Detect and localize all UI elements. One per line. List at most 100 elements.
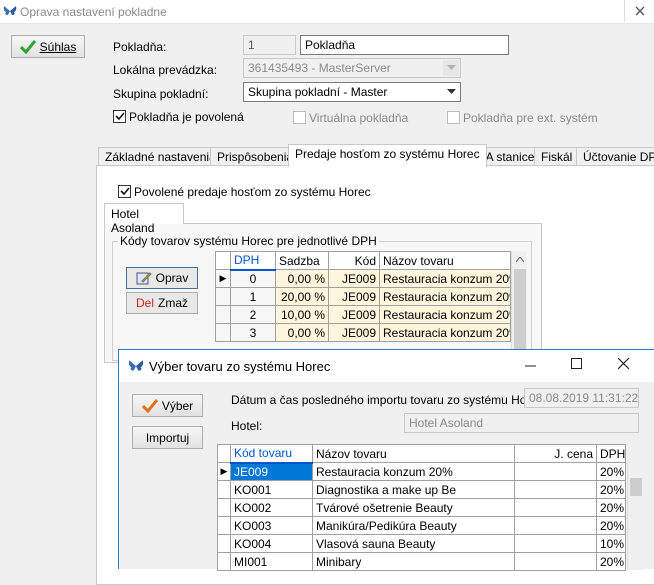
col-nazov[interactable]: Názov tovaru [379, 251, 511, 270]
select-item-dialog: Výber tovaru zo systému Horec Výber Impo… [118, 349, 654, 571]
cell-nazov: Minibary [312, 552, 515, 571]
kody-group-title: Kódy tovarov systému Horec pre jednotliv… [118, 234, 379, 248]
cell-cena [514, 552, 597, 571]
horec-enabled-label: Povolené predaje hosťom zo systému Horec [134, 185, 371, 199]
cell-nazov: Restauracia konzum 20% [379, 287, 511, 306]
select-button[interactable]: Výber [132, 394, 203, 417]
maximize-icon[interactable] [562, 358, 592, 374]
cell-cena [514, 462, 597, 481]
table-row[interactable]: 1 20,00 % JE009 Restauracia konzum 20% [215, 287, 511, 306]
table-row[interactable]: 2 10,00 % JE009 Restauracia konzum 20% [215, 305, 511, 324]
cell-sadzba: 0,00 % [275, 269, 329, 288]
edit-pencil-icon [136, 272, 152, 285]
check-icon [114, 112, 125, 121]
cell-dph: 20% [596, 498, 626, 517]
chevron-down-icon [443, 84, 459, 100]
tab-zakladne[interactable]: Základné nastavenia [98, 147, 223, 166]
cell-kod: JE009 [328, 305, 380, 324]
cell-nazov: Restauracia konzum 20% [379, 269, 511, 288]
table-row[interactable]: ▶ JE009 Restauracia konzum 20% 20% [217, 462, 626, 481]
edit-button[interactable]: Oprav [126, 267, 198, 289]
cell-nazov: Vlasová sauna Beauty [312, 534, 515, 553]
table-row[interactable]: MI001 Minibary 20% [217, 552, 626, 571]
cell-cena [514, 498, 597, 517]
ext-system-checkbox[interactable] [447, 111, 460, 124]
confirm-button-label: Súhlas [39, 39, 77, 54]
povolena-checkbox[interactable] [113, 110, 126, 123]
cell-cena [514, 480, 597, 499]
col-kod[interactable]: Kód [328, 251, 380, 270]
cell-nazov: Diagnostika a make up Be [312, 480, 515, 499]
close-icon [635, 6, 645, 16]
pokladna-name-field[interactable]: Pokladňa [300, 35, 509, 55]
table-row[interactable]: KO002 Tvárové ošetrenie Beauty 20% [217, 498, 626, 517]
skupina-select[interactable]: Skupina pokladní - Master [243, 82, 461, 102]
virtualna-checkbox[interactable] [293, 111, 306, 124]
main-close-button[interactable] [624, 0, 654, 22]
pokladna-number-field[interactable]: 1 [243, 35, 296, 55]
delete-button-label: Zmaž [158, 296, 188, 310]
table-row[interactable]: KO003 Manikúra/Pedikúra Beauty 20% [217, 516, 626, 535]
cell-kod: MI001 [230, 552, 313, 571]
row-indicator-icon: ▶ [215, 269, 231, 288]
scroll-thumb[interactable] [630, 478, 642, 496]
dph-grid-scrollbar[interactable] [511, 251, 527, 351]
pokladna-label: Pokladňa: [113, 40, 167, 54]
tab-fiskal[interactable]: Fiskál [534, 147, 580, 166]
hotel-tab-label: Hotel Asoland [111, 207, 155, 235]
table-row[interactable]: ▶ 0 0,00 % JE009 Restauracia konzum 20% [215, 269, 511, 288]
app-butterfly-icon [3, 5, 17, 20]
cell-sadzba: 0,00 % [275, 323, 329, 342]
scroll-thumb[interactable] [514, 269, 526, 349]
col-dph[interactable]: DPH [596, 444, 626, 463]
ext-system-label: Pokladňa pre ext. systém [463, 111, 598, 125]
items-grid-scrollbar[interactable] [627, 464, 644, 570]
dialog-title-bar: Výber tovaru zo systému Horec [119, 350, 654, 382]
cell-nazov: Restauracia konzum 20% [379, 323, 511, 342]
import-button-label: Importuj [145, 430, 190, 445]
minimize-icon[interactable] [516, 358, 546, 374]
col-dph[interactable]: DPH [230, 251, 276, 271]
import-date-field[interactable]: 08.08.2019 11:31:22 [524, 388, 639, 408]
cell-dph: 10% [596, 534, 626, 553]
import-button[interactable]: Importuj [132, 426, 203, 449]
hotel-tab[interactable]: Hotel Asoland [104, 203, 184, 235]
cell-dph: 20% [596, 552, 626, 571]
dph-grid: DPH Sadzba Kód Názov tovaru ▶ 0 0,00 % J… [215, 251, 511, 342]
prevadzka-value: 361435493 - MasterServer [248, 61, 391, 75]
cell-nazov: Restauracia konzum 20% [312, 462, 515, 481]
tab-horec[interactable]: Predaje hosťom zo systému Horec [288, 144, 487, 167]
cell-nazov: Manikúra/Pedikúra Beauty [312, 516, 515, 535]
table-row[interactable]: 3 0,00 % JE009 Restauracia konzum 20% [215, 323, 511, 342]
povolena-label: Pokladňa je povolená [129, 110, 244, 124]
cell-cena [514, 516, 597, 535]
row-indicator-icon: ▶ [217, 462, 231, 481]
cell-kod: JE009 [328, 287, 380, 306]
tab-uctovanie[interactable]: Účtovanie DPH [576, 147, 654, 166]
confirm-button[interactable]: Súhlas [11, 35, 85, 58]
skupina-label: Skupina pokladní: [113, 87, 209, 101]
col-cena[interactable]: J. cena [514, 444, 597, 463]
delete-icon: Del [135, 296, 154, 310]
tab-prisposobenia[interactable]: Prispôsobenia [210, 147, 301, 166]
prevadzka-label: Lokálna prevádzka: [113, 63, 218, 77]
cell-kod: KO001 [230, 480, 313, 499]
import-date-label: Dátum a čas posledného importu tovaru zo… [231, 393, 547, 407]
cell-kod: KO002 [230, 498, 313, 517]
grid-corner [215, 251, 231, 270]
table-row[interactable]: KO004 Vlasová sauna Beauty 10% [217, 534, 626, 553]
col-sadzba[interactable]: Sadzba [275, 251, 329, 270]
chevron-up-icon [516, 257, 524, 262]
col-nazov-tovaru[interactable]: Názov tovaru [312, 444, 515, 463]
close-icon[interactable] [609, 357, 639, 374]
prevadzka-select[interactable]: 361435493 - MasterServer [243, 58, 461, 78]
check-icon [119, 187, 130, 196]
horec-enabled-checkbox[interactable] [118, 185, 131, 198]
cell-dph: 20% [596, 480, 626, 499]
skupina-value: Skupina pokladní - Master [248, 85, 388, 99]
hotel-field[interactable]: Hotel Asoland [404, 413, 639, 433]
cell-dph: 1 [230, 287, 276, 306]
table-row[interactable]: KO001 Diagnostika a make up Be 20% [217, 480, 626, 499]
delete-button[interactable]: Del Zmaž [126, 292, 198, 314]
col-kod-tovaru[interactable]: Kód tovaru [230, 444, 313, 464]
